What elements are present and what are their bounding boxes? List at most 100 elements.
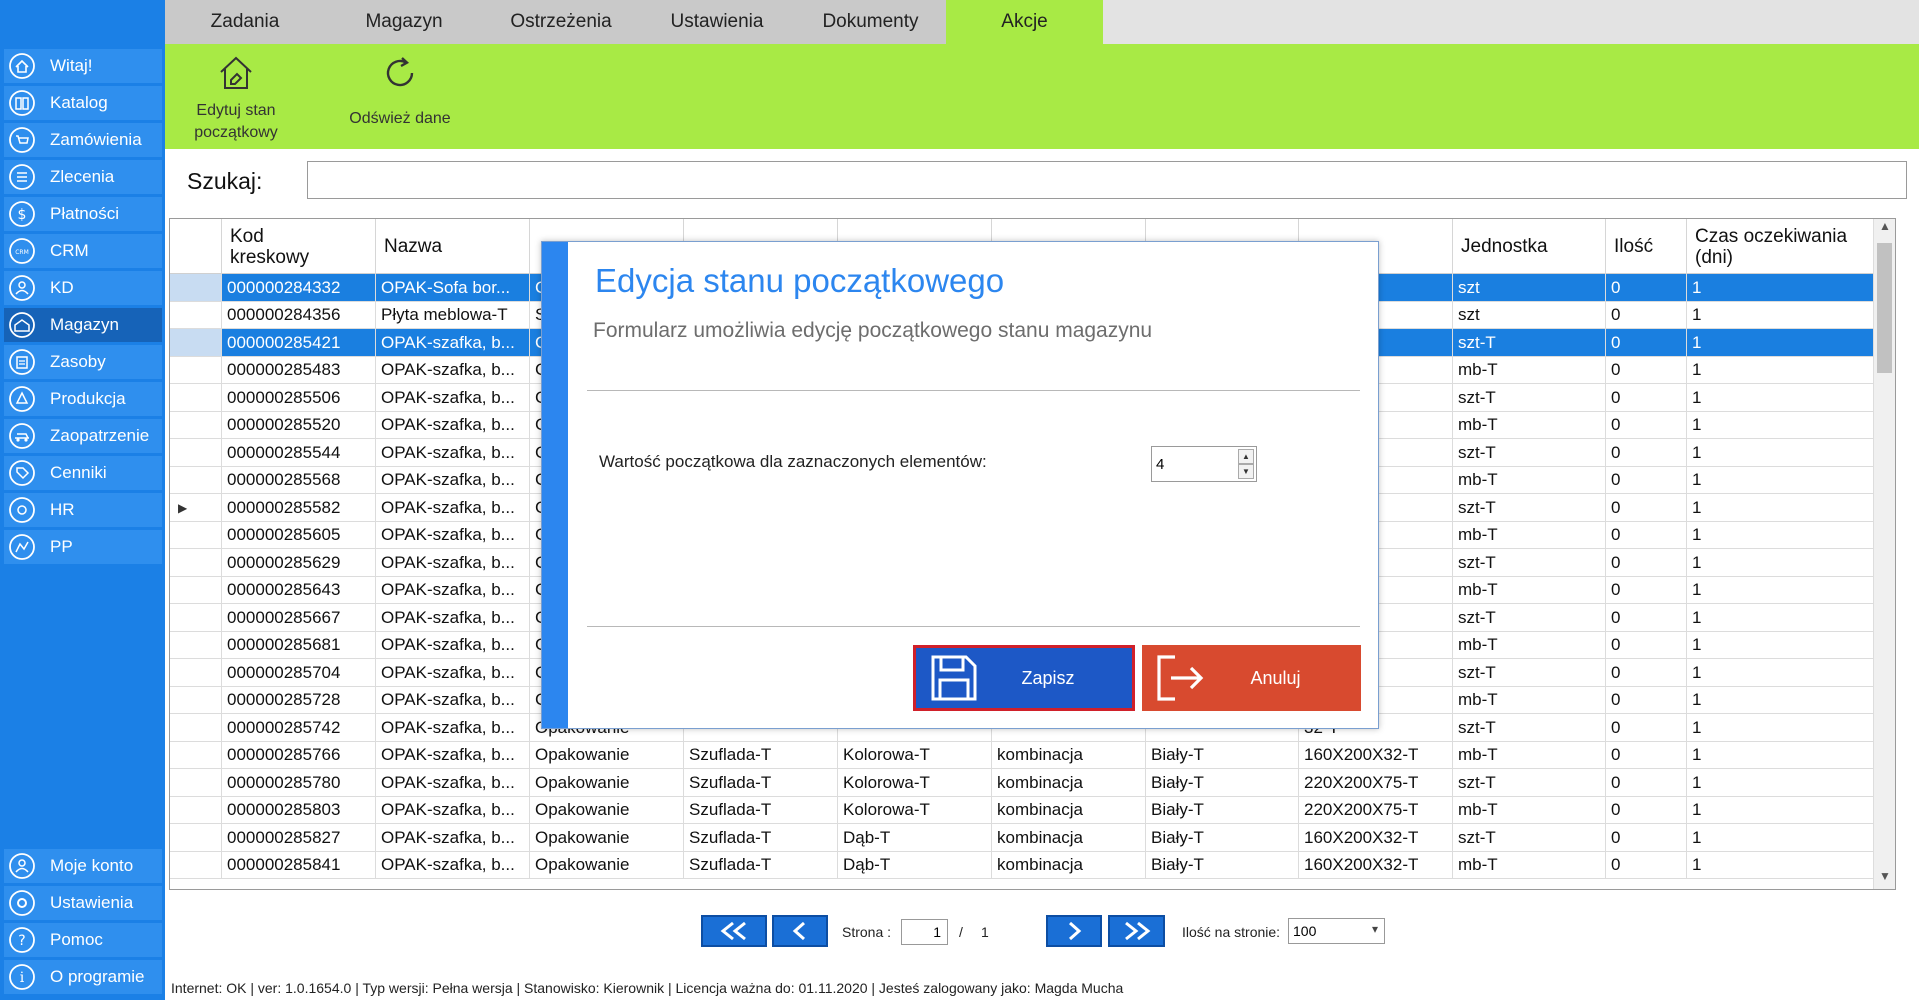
table-cell[interactable]: 000000285483 xyxy=(221,356,375,384)
tab-akcje[interactable]: Akcje xyxy=(946,0,1103,44)
row-indicator[interactable] xyxy=(170,577,221,604)
sidebar-item-zlecenia[interactable]: Zlecenia xyxy=(4,160,162,194)
tab-ustawienia[interactable]: Ustawienia xyxy=(639,0,795,44)
row-indicator[interactable] xyxy=(170,467,221,494)
search-input[interactable] xyxy=(307,161,1907,199)
table-cell[interactable]: 220X200X75-T xyxy=(1298,769,1452,796)
sidebar-item-zaopatrzenie[interactable]: Zaopatrzenie xyxy=(4,419,162,453)
table-cell[interactable]: 1 xyxy=(1686,824,1876,851)
table-cell[interactable]: 0 xyxy=(1605,631,1686,659)
table-row[interactable]: 000000285841 OPAK-szafka, b... Opakowanie S… xyxy=(170,851,1895,879)
table-cell[interactable]: szt-T xyxy=(1452,824,1605,851)
table-cell[interactable]: 1 xyxy=(1686,796,1876,824)
table-cell[interactable]: OPAK-szafka, b... xyxy=(375,769,529,796)
table-row[interactable]: 000000285766 OPAK-szafka, b... Opakowanie S… xyxy=(170,741,1895,769)
table-cell[interactable]: 000000285780 xyxy=(221,769,375,796)
table-cell[interactable]: mb-T xyxy=(1452,741,1605,769)
table-cell[interactable]: 000000285520 xyxy=(221,411,375,439)
table-cell[interactable]: OPAK-szafka, b... xyxy=(375,824,529,851)
table-cell[interactable]: OPAK-szafka, b... xyxy=(375,356,529,384)
last-page-button[interactable] xyxy=(1108,915,1165,947)
row-indicator[interactable] xyxy=(170,274,221,301)
next-page-button[interactable] xyxy=(1046,915,1102,947)
table-cell[interactable]: 000000284356 xyxy=(221,301,375,329)
row-indicator[interactable] xyxy=(170,329,221,356)
row-indicator[interactable] xyxy=(170,632,221,659)
table-cell[interactable]: 0 xyxy=(1605,439,1686,466)
table-cell[interactable]: OPAK-szafka, b... xyxy=(375,439,529,466)
grid-vertical-scrollbar[interactable]: ▲ ▼ xyxy=(1873,219,1895,889)
table-cell[interactable]: OPAK-szafka, b... xyxy=(375,494,529,521)
table-cell[interactable]: OPAK-szafka, b... xyxy=(375,549,529,576)
table-cell[interactable]: 1 xyxy=(1686,329,1876,356)
row-indicator[interactable] xyxy=(170,687,221,714)
table-cell[interactable]: OPAK-szafka, b... xyxy=(375,741,529,769)
table-cell[interactable]: kombinacja xyxy=(991,824,1145,851)
table-cell[interactable]: 1 xyxy=(1686,466,1876,494)
stepper-up-button[interactable]: ▲ xyxy=(1238,449,1254,464)
sidebar-item-zam-wienia[interactable]: Zamówienia xyxy=(4,123,162,157)
table-cell[interactable]: Opakowanie xyxy=(529,769,683,796)
table-cell[interactable]: mb-T xyxy=(1452,576,1605,604)
scroll-up-arrow[interactable]: ▲ xyxy=(1874,219,1895,239)
row-indicator[interactable] xyxy=(170,522,221,549)
refresh-data-button[interactable]: Odśwież dane xyxy=(340,44,460,149)
table-cell[interactable]: mb-T xyxy=(1452,411,1605,439)
table-cell[interactable]: 1 xyxy=(1686,741,1876,769)
table-cell[interactable]: OPAK-szafka, b... xyxy=(375,631,529,659)
table-cell[interactable]: 1 xyxy=(1686,604,1876,631)
table-cell[interactable]: 0 xyxy=(1605,796,1686,824)
table-cell[interactable]: 1 xyxy=(1686,356,1876,384)
row-indicator[interactable] xyxy=(170,714,221,741)
table-cell[interactable]: szt-T xyxy=(1452,549,1605,576)
table-cell[interactable]: 0 xyxy=(1605,384,1686,411)
table-cell[interactable]: 160X200X32-T xyxy=(1298,824,1452,851)
table-cell[interactable]: kombinacja xyxy=(991,769,1145,796)
table-cell[interactable]: mb-T xyxy=(1452,796,1605,824)
table-cell[interactable]: Opakowanie xyxy=(529,824,683,851)
table-cell[interactable]: Opakowanie xyxy=(529,796,683,824)
table-cell[interactable]: mb-T xyxy=(1452,356,1605,384)
table-cell[interactable]: 0 xyxy=(1605,549,1686,576)
table-cell[interactable]: mb-T xyxy=(1452,466,1605,494)
table-cell[interactable]: 1 xyxy=(1686,439,1876,466)
sidebar-item-katalog[interactable]: Katalog xyxy=(4,86,162,120)
table-cell[interactable]: szt xyxy=(1452,274,1605,301)
table-cell[interactable]: Kolorowa-T xyxy=(837,769,991,796)
table-cell[interactable]: 0 xyxy=(1605,329,1686,356)
table-cell[interactable]: 0 xyxy=(1605,411,1686,439)
table-cell[interactable]: 000000285629 xyxy=(221,549,375,576)
scroll-down-arrow[interactable]: ▼ xyxy=(1874,869,1895,889)
table-cell[interactable]: 0 xyxy=(1605,301,1686,329)
table-cell[interactable]: Biały-T xyxy=(1145,796,1298,824)
table-cell[interactable]: Opakowanie xyxy=(529,741,683,769)
stepper-down-button[interactable]: ▼ xyxy=(1238,464,1254,479)
table-cell[interactable]: Biały-T xyxy=(1145,769,1298,796)
table-cell[interactable]: OPAK-Sofa bor... xyxy=(375,274,529,301)
table-cell[interactable]: 1 xyxy=(1686,631,1876,659)
table-cell[interactable]: mb-T xyxy=(1452,631,1605,659)
table-cell[interactable]: 000000285681 xyxy=(221,631,375,659)
table-cell[interactable]: szt-T xyxy=(1452,439,1605,466)
table-cell[interactable]: 000000285803 xyxy=(221,796,375,824)
sidebar-item-o-programie[interactable]: i O programie xyxy=(4,960,162,994)
table-cell[interactable]: Biały-T xyxy=(1145,851,1298,879)
table-cell[interactable]: OPAK-szafka, b... xyxy=(375,521,529,549)
row-indicator[interactable]: ▶ xyxy=(170,494,221,521)
table-cell[interactable]: 0 xyxy=(1605,274,1686,301)
table-cell[interactable]: szt-T xyxy=(1452,714,1605,741)
table-cell[interactable]: Szuflada-T xyxy=(683,851,837,879)
table-cell[interactable]: szt-T xyxy=(1452,384,1605,411)
table-cell[interactable]: 1 xyxy=(1686,549,1876,576)
table-cell[interactable]: Kolorowa-T xyxy=(837,741,991,769)
table-cell[interactable]: OPAK-szafka, b... xyxy=(375,851,529,879)
table-cell[interactable]: szt-T xyxy=(1452,329,1605,356)
first-page-button[interactable] xyxy=(701,915,767,947)
tab-zadania[interactable]: Zadania xyxy=(165,0,325,44)
table-cell[interactable]: 0 xyxy=(1605,714,1686,741)
table-cell[interactable]: 1 xyxy=(1686,686,1876,714)
table-cell[interactable]: 000000285568 xyxy=(221,466,375,494)
table-cell[interactable]: Płyta meblowa-T xyxy=(375,301,529,329)
table-cell[interactable]: 000000285421 xyxy=(221,329,375,356)
table-cell[interactable]: 000000285667 xyxy=(221,604,375,631)
